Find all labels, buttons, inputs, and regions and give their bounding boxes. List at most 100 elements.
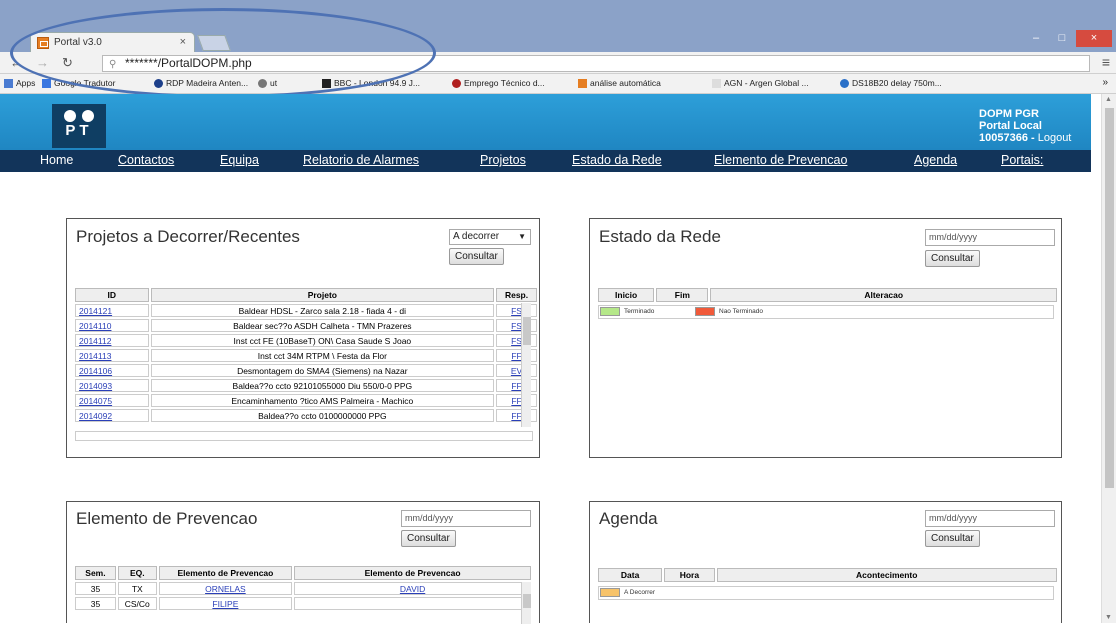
- user-id: 10057366 -: [979, 132, 1038, 144]
- bookmarks-overflow-icon[interactable]: »: [1102, 77, 1108, 88]
- nav-elemento-prevencao[interactable]: Elemento de Prevencao: [714, 153, 847, 167]
- table-row: 2014110 Baldear sec??o ASDH Calheta - TMN…: [75, 319, 537, 332]
- scroll-up-icon[interactable]: ▲: [1105, 96, 1112, 103]
- projetos-consultar-button[interactable]: Consultar: [449, 248, 504, 265]
- table-row: 2014092 Baldea??o ccto 0100000000 PPG FF: [75, 409, 537, 422]
- browser-menu-icon[interactable]: ≡: [1102, 54, 1110, 70]
- project-id-link[interactable]: 2014092: [79, 411, 112, 421]
- bookmark-label: AGN - Argen Global ...: [724, 78, 809, 88]
- project-id-link[interactable]: 2014112: [79, 336, 111, 346]
- elemento-link[interactable]: DAVID: [400, 584, 425, 594]
- project-name: Encaminhamento ?tico AMS Palmeira - Mach…: [150, 394, 495, 407]
- bookmark-item[interactable]: Apps: [4, 78, 35, 88]
- nav-relatorio-alarmes[interactable]: Relatorio de Alarmes: [303, 153, 419, 167]
- nav-equipa[interactable]: Equipa: [220, 153, 259, 167]
- estado-panel: Estado da Rede mm/dd/yyyy Consultar Inic…: [589, 218, 1062, 458]
- portal-favicon-icon: [37, 36, 49, 49]
- bookmark-label: DS18B20 delay 750m...: [852, 78, 942, 88]
- estado-title: Estado da Rede: [599, 227, 721, 246]
- project-name: Desmontagem do SMA4 (Siemens) na Nazar: [150, 364, 495, 377]
- col-data-header: Data: [598, 568, 663, 582]
- portal-label: Portal Local: [979, 120, 1042, 132]
- bookmark-icon: [154, 78, 163, 88]
- col-resp-header: Resp.: [496, 288, 537, 302]
- nav-portais[interactable]: Portais:: [1001, 153, 1043, 167]
- table-row: 2014113 Inst cct 34M RTPM \ Festa da Flor…: [75, 349, 537, 362]
- minimize-button[interactable]: ‒: [1024, 30, 1048, 47]
- elemento-link[interactable]: FILIPE: [212, 599, 238, 609]
- project-id-link[interactable]: 2014106: [79, 366, 112, 376]
- reload-icon[interactable]: ↻: [62, 55, 73, 71]
- table-row: 2014075 Encaminhamento ?tico AMS Palmeira…: [75, 394, 537, 407]
- bookmark-label: análise automática: [590, 78, 661, 88]
- projetos-title: Projetos a Decorrer/Recentes: [76, 227, 300, 246]
- terminado-swatch: [600, 307, 620, 316]
- nav-projetos[interactable]: Projetos: [480, 153, 526, 167]
- agenda-panel: Agenda mm/dd/yyyy Consultar Data Hora Ac…: [589, 501, 1062, 623]
- project-id-link[interactable]: 2014113: [79, 351, 111, 361]
- agenda-consultar-button[interactable]: Consultar: [925, 530, 980, 547]
- agenda-legend-row: A Decorrer: [598, 586, 1054, 600]
- close-window-button[interactable]: ×: [1076, 30, 1112, 47]
- bookmark-icon: [4, 78, 13, 88]
- col-alteracao-header: Alteracao: [710, 288, 1057, 302]
- estado-legend-row: Terminado Nao Terminado: [598, 305, 1054, 319]
- estado-date-input[interactable]: mm/dd/yyyy: [925, 229, 1055, 246]
- projetos-hscroll[interactable]: [75, 431, 533, 441]
- project-name: Inst cct FE (10BaseT) ON\ Casa Saude S J…: [150, 334, 495, 347]
- bookmark-icon: [322, 78, 331, 88]
- nav-estado-rede[interactable]: Estado da Rede: [572, 153, 662, 167]
- week-number: 35: [75, 597, 116, 610]
- project-id-link[interactable]: 2014075: [79, 396, 112, 406]
- bookmark-item[interactable]: ut: [258, 78, 277, 88]
- col-elemento1-header: Elemento de Prevencao: [158, 566, 293, 580]
- logout-link[interactable]: Logout: [1038, 132, 1072, 144]
- tab-close-icon[interactable]: ×: [180, 36, 186, 48]
- pt-logo[interactable]: PT: [52, 104, 106, 148]
- bookmark-item[interactable]: AGN - Argen Global ...: [712, 78, 809, 88]
- project-id-link[interactable]: 2014110: [79, 321, 111, 331]
- nao-terminado-swatch: [695, 307, 715, 316]
- page-scrollbar[interactable]: ▲ ▼: [1101, 94, 1116, 623]
- browser-titlebar: Portal v3.0 × ‒ □ ×: [0, 0, 1116, 52]
- elemento-list-scrollbar[interactable]: [521, 582, 531, 624]
- browser-tab[interactable]: Portal v3.0 ×: [30, 32, 195, 52]
- dept-label: DOPM PGR: [979, 108, 1039, 120]
- elemento-panel: Elemento de Prevencao mm/dd/yyyy Consult…: [66, 501, 540, 624]
- agenda-date-input[interactable]: mm/dd/yyyy: [925, 510, 1055, 527]
- project-id-link[interactable]: 2014093: [79, 381, 112, 391]
- elemento-link[interactable]: ORNELAS: [205, 584, 246, 594]
- bookmark-item[interactable]: Google Tradutor: [42, 78, 115, 88]
- elemento-table: Sem. EQ. Elemento de Prevencao Elemento …: [73, 564, 533, 612]
- elemento-consultar-button[interactable]: Consultar: [401, 530, 456, 547]
- forward-arrow-icon[interactable]: →: [36, 55, 49, 70]
- scrollbar-thumb[interactable]: [1105, 108, 1114, 488]
- nav-contactos[interactable]: Contactos: [118, 153, 174, 167]
- url-text: *******/PortalDOPM.php: [125, 56, 252, 70]
- elemento-date-input[interactable]: mm/dd/yyyy: [401, 510, 531, 527]
- project-name: Baldear HDSL - Zarco sala 2.18 - fiada 4…: [150, 304, 495, 317]
- browser-toolbar: ← → ↻ ⚲ *******/PortalDOPM.php ≡: [0, 52, 1116, 74]
- bookmark-item[interactable]: BBC - London 94.9 J...: [322, 78, 420, 88]
- nav-agenda[interactable]: Agenda: [914, 153, 957, 167]
- address-bar[interactable]: ⚲ *******/PortalDOPM.php: [102, 55, 1090, 72]
- project-name: Baldea??o ccto 92101055000 Diu 550/0-0 P…: [150, 379, 495, 392]
- bookmark-item[interactable]: Emprego Técnico d...: [452, 78, 545, 88]
- estado-table: Inicio Fim Alteracao: [596, 286, 1059, 304]
- projetos-filter-select[interactable]: A decorrer ▼: [449, 229, 531, 245]
- maximize-button[interactable]: □: [1050, 30, 1074, 47]
- window-controls: ‒ □ ×: [1024, 30, 1112, 47]
- projetos-list-scrollbar[interactable]: [521, 303, 531, 427]
- new-tab-button[interactable]: [197, 35, 231, 51]
- scroll-down-icon[interactable]: ▼: [1105, 614, 1112, 621]
- bookmark-label: ut: [270, 78, 278, 88]
- nav-home[interactable]: Home: [40, 153, 73, 167]
- back-arrow-icon[interactable]: ←: [10, 55, 23, 70]
- bookmark-item[interactable]: análise automática: [578, 78, 661, 88]
- tab-title: Portal v3.0: [54, 37, 102, 48]
- estado-consultar-button[interactable]: Consultar: [925, 250, 980, 267]
- legend-nao-terminado: Nao Terminado: [695, 307, 763, 316]
- bookmark-item[interactable]: RDP Madeira Anten...: [154, 78, 248, 88]
- bookmark-item[interactable]: DS18B20 delay 750m...: [840, 78, 942, 88]
- project-id-link[interactable]: 2014121: [79, 306, 112, 316]
